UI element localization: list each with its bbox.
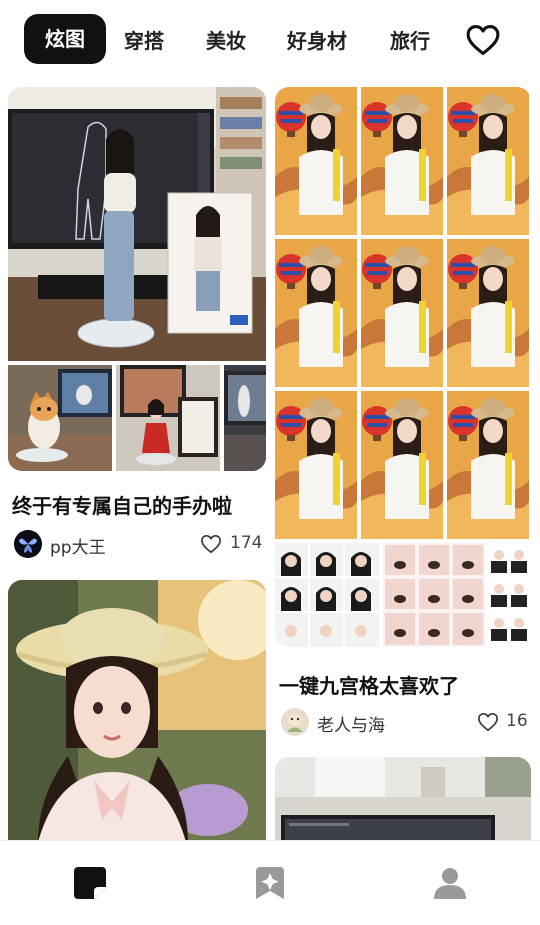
like-count: 16 [506,711,528,731]
tab-chuanda[interactable]: 穿搭 [124,24,164,58]
post-thumbnail-bear-filter-grid [383,543,485,647]
post-cover-image [8,87,266,361]
author-name[interactable]: pp大王 [50,533,106,558]
like-heart-icon[interactable] [200,534,222,554]
post-card-desk-monitor[interactable] [275,757,531,842]
post-cover-image [8,580,266,842]
post-title[interactable]: 终于有专属自己的手办啦 [12,490,232,519]
post-card-straw-hat[interactable] [8,580,266,842]
tab-xuantu[interactable]: 炫图 [24,14,106,64]
bottom-nav [0,840,540,925]
tab-meizhuang[interactable]: 美妆 [206,24,246,58]
post-cover-image [275,87,531,539]
sparkle-box-icon[interactable] [250,863,290,903]
post-thumbnail-red-dress-figure [116,365,220,471]
post-cover-image [275,757,531,842]
category-tabs: 炫图 穿搭 美妆 好身材 旅行 [0,0,540,80]
post-card-figure[interactable] [8,87,266,471]
heart-outline-icon[interactable] [466,24,500,56]
like-heart-icon[interactable] [477,712,499,732]
avatar[interactable] [14,530,42,558]
author-name[interactable]: 老人与海 [317,711,385,736]
post-title[interactable]: 一键九宫格太喜欢了 [279,670,459,699]
tab-haoshencai[interactable]: 好身材 [287,24,347,58]
avatar[interactable] [281,708,309,736]
post-thumbnail-statue-figure [224,365,266,471]
post-thumbnail-portrait-grid [275,543,379,647]
tab-lvxing[interactable]: 旅行 [390,24,430,58]
note-icon[interactable] [70,863,110,903]
post-card-ninegrid[interactable] [275,87,531,647]
post-thumbnail-headshot-grid [489,543,531,647]
post-thumbnail-cat-figure [8,365,112,471]
like-count: 174 [230,533,263,553]
profile-icon[interactable] [430,863,470,903]
